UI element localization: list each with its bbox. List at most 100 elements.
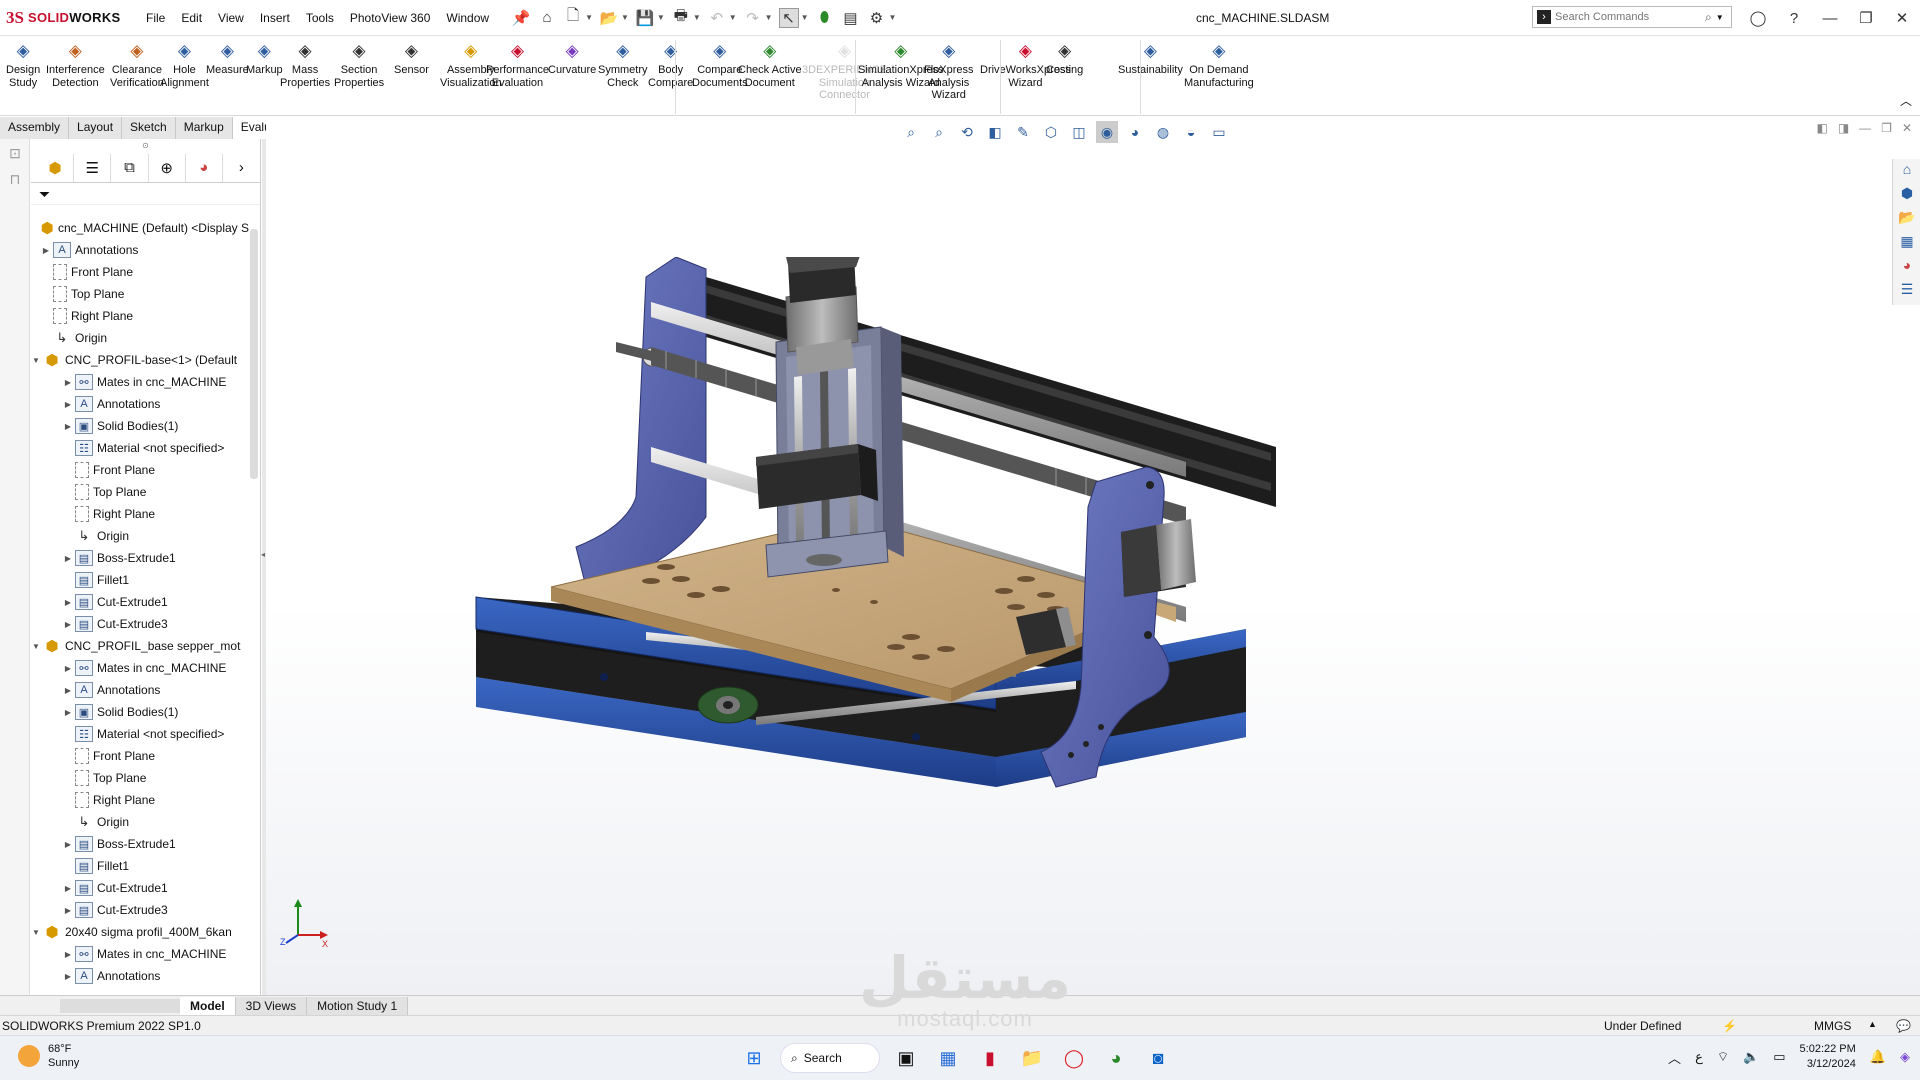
configuration-manager-tab-icon[interactable]: ⧉: [111, 153, 149, 182]
tree-node[interactable]: ↳ Origin: [31, 811, 249, 833]
tree-node[interactable]: Top Plane: [31, 481, 249, 503]
ribbon-button-sensor[interactable]: ◈ Sensor: [394, 40, 429, 77]
tile-right-icon[interactable]: ◨: [1838, 121, 1849, 135]
expand-arrow-icon[interactable]: ▶: [63, 554, 73, 563]
menu-photoview[interactable]: PhotoView 360: [342, 0, 439, 36]
tree-node[interactable]: Right Plane: [31, 305, 249, 327]
collapse-arrow-icon[interactable]: ▼: [31, 356, 41, 365]
chevron-down-icon[interactable]: ▼: [801, 13, 809, 22]
feature-manager-tab-icon[interactable]: ⬢: [37, 153, 75, 182]
menu-tools[interactable]: Tools: [298, 0, 342, 36]
tree-node[interactable]: ▶ ▣ Solid Bodies(1): [31, 701, 249, 723]
home-icon[interactable]: ⌂: [537, 8, 557, 28]
ribbon-button-body-compare[interactable]: ◈ Body Compare: [648, 40, 693, 89]
expand-arrow-icon[interactable]: ▶: [63, 378, 73, 387]
solidworks-logo[interactable]: 3S SOLIDWORKS: [0, 8, 138, 28]
search-input[interactable]: [1555, 11, 1705, 23]
ribbon-button-markup[interactable]: ◈ Markup: [246, 40, 283, 77]
chevron-down-icon[interactable]: ▼: [621, 13, 629, 22]
tree-node[interactable]: ☷ Material <not specified>: [31, 723, 249, 745]
file-explorer-icon[interactable]: 📁: [1016, 1042, 1048, 1074]
copilot-icon[interactable]: ◈: [1900, 1049, 1910, 1065]
new-document-icon[interactable]: 🗋: [563, 7, 583, 28]
search-scope-icon[interactable]: ›: [1537, 10, 1551, 24]
select-cursor-icon[interactable]: ↖: [778, 7, 799, 28]
expand-arrow-icon[interactable]: ▶: [63, 950, 73, 959]
tree-node[interactable]: ▶ ▤ Boss-Extrude1: [31, 547, 249, 569]
magnifier-icon[interactable]: ⌕: [1705, 10, 1712, 25]
menu-edit[interactable]: Edit: [173, 0, 210, 36]
tree-node[interactable]: ▶ ▤ Cut-Extrude1: [31, 877, 249, 899]
ribbon-button-floxpress[interactable]: ◈ FloXpress Analysis Wizard: [924, 40, 974, 102]
rebuild-traffic-light-icon[interactable]: ⬮: [815, 8, 835, 28]
tab-3d-views[interactable]: 3D Views: [235, 996, 308, 1015]
windows-start-icon[interactable]: ⊞: [738, 1042, 770, 1074]
chrome-icon[interactable]: ◕: [1100, 1042, 1132, 1074]
graphics-area[interactable]: ⌕ ⌕ ⟲ ◧ ✎ ⬡ ◫ ◉ ◕ ◍ ◒ ▭ ◧ ◨ — ❐ ✕ ⌂ ⬢ 📂 …: [266, 117, 1920, 1001]
tree-node[interactable]: ▶ ⚯ Mates in cnc_MACHINE: [31, 943, 249, 965]
unit-system[interactable]: MMGS: [1814, 1019, 1851, 1033]
tree-node[interactable]: Top Plane: [31, 283, 249, 305]
expand-arrow-icon[interactable]: ▶: [41, 246, 51, 255]
ribbon-button-design-study[interactable]: ◈ Design Study: [6, 40, 40, 89]
weather-widget[interactable]: 68°F Sunny: [18, 1042, 79, 1070]
tree-node[interactable]: Front Plane: [31, 459, 249, 481]
tab-markup[interactable]: Markup: [175, 117, 233, 139]
design-library-icon[interactable]: ⬢: [1896, 185, 1918, 207]
appearances-icon[interactable]: ◕: [1896, 257, 1918, 279]
expand-arrow-icon[interactable]: ▶: [63, 400, 73, 409]
tree-node[interactable]: ⬢ cnc_MACHINE (Default) <Display S: [31, 217, 249, 239]
ribbon-button-costing[interactable]: ◈ Costing: [1046, 40, 1083, 77]
user-account-icon[interactable]: ◯: [1740, 9, 1776, 27]
chevron-down-icon[interactable]: ▼: [729, 13, 737, 22]
sketch-tool-icon[interactable]: ⊓: [5, 171, 25, 191]
expand-arrow-icon[interactable]: ▶: [63, 972, 73, 981]
print-icon[interactable]: 🖶: [671, 7, 691, 28]
display-manager-tab-icon[interactable]: ◕: [186, 153, 223, 182]
edit-appearance-icon[interactable]: ◕: [1124, 121, 1146, 143]
ribbon-button-hole-alignment[interactable]: ◈ Hole Alignment: [160, 40, 209, 89]
tile-left-icon[interactable]: ◧: [1816, 121, 1827, 135]
restore-icon[interactable]: ❐: [1848, 9, 1884, 27]
expand-arrow-icon[interactable]: ▶: [63, 686, 73, 695]
hide-show-items-icon[interactable]: ◉: [1096, 121, 1118, 143]
chevron-down-icon[interactable]: ▼: [1716, 13, 1724, 22]
cnc-machine-model[interactable]: [456, 257, 1396, 897]
more-tabs-chevron-icon[interactable]: ›: [223, 154, 260, 182]
file-explorer-icon[interactable]: 📂: [1896, 209, 1918, 231]
clock[interactable]: 5:02:22 PM 3/12/2024: [1800, 1042, 1856, 1072]
tab-assembly[interactable]: Assembly: [0, 117, 70, 139]
dimxpert-tab-icon[interactable]: ⊕: [149, 153, 186, 182]
tree-node[interactable]: ▶ ▣ Solid Bodies(1): [31, 415, 249, 437]
expand-arrow-icon[interactable]: ▶: [63, 884, 73, 893]
tree-node[interactable]: ▶ ▤ Cut-Extrude3: [31, 899, 249, 921]
menu-insert[interactable]: Insert: [252, 0, 298, 36]
collapse-ribbon-icon[interactable]: ︿: [1900, 92, 1912, 109]
restore-icon[interactable]: ❐: [1881, 121, 1892, 135]
pin-icon[interactable]: 📌: [511, 8, 531, 28]
tab-scroll-arrows[interactable]: [60, 998, 180, 1013]
tab-model[interactable]: Model: [180, 996, 236, 1015]
tree-node[interactable]: ▶ ⚯ Mates in cnc_MACHINE: [31, 657, 249, 679]
view-orientation-icon[interactable]: ⬡: [1040, 121, 1062, 143]
tree-node[interactable]: Front Plane: [31, 745, 249, 767]
comment-icon[interactable]: 💬: [1896, 1019, 1911, 1033]
ribbon-button-clearance[interactable]: ◈ Clearance Verification: [110, 40, 164, 89]
view-palette-icon[interactable]: ▦: [1896, 233, 1918, 255]
expand-arrow-icon[interactable]: ▶: [63, 422, 73, 431]
save-icon[interactable]: 💾: [635, 8, 655, 28]
tree-node[interactable]: ▶ A Annotations: [31, 393, 249, 415]
ribbon-button-symmetry[interactable]: ◈ Symmetry Check: [598, 40, 648, 89]
previous-view-icon[interactable]: ⟲: [956, 121, 978, 143]
notification-icon[interactable]: 🔔: [1870, 1049, 1886, 1065]
expand-arrow-icon[interactable]: ▶: [63, 620, 73, 629]
help-icon[interactable]: ?: [1776, 10, 1812, 27]
instant3d-icon[interactable]: ⊡: [5, 145, 25, 165]
zoom-to-area-icon[interactable]: ⌕: [928, 121, 950, 143]
volume-icon[interactable]: 🔈: [1743, 1049, 1759, 1065]
expand-arrow-icon[interactable]: ▶: [63, 708, 73, 717]
tree-node[interactable]: ▼ ⬢ CNC_PROFIL-base<1> (Default: [31, 349, 249, 371]
tab-layout[interactable]: Layout: [69, 117, 123, 139]
tree-node[interactable]: ▶ ⚯ Mates in cnc_MACHINE: [31, 371, 249, 393]
realview-icon[interactable]: ◒: [1180, 121, 1202, 143]
